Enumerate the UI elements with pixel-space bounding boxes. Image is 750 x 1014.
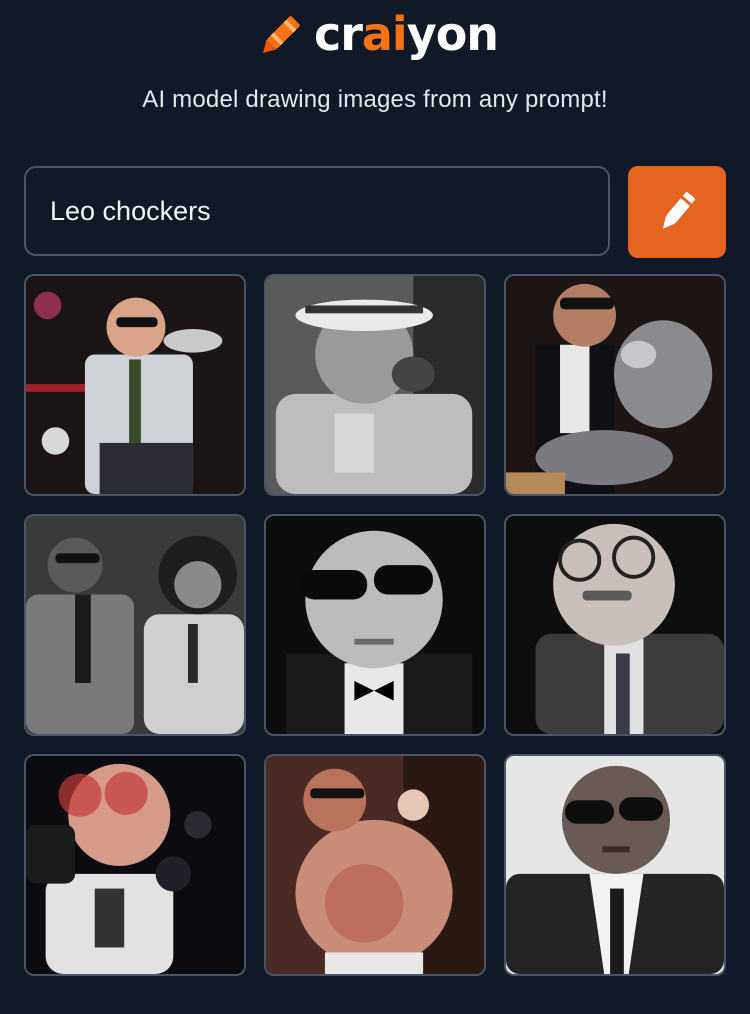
result-image[interactable]	[264, 754, 486, 976]
crayon-logo-icon	[262, 16, 300, 53]
result-image[interactable]	[264, 514, 486, 736]
logo-text-suffix: yon	[406, 7, 499, 61]
result-image-grid	[24, 274, 726, 976]
logo-text-accent: ai	[361, 7, 408, 61]
draw-button[interactable]	[628, 166, 726, 258]
result-image[interactable]	[24, 514, 246, 736]
result-image[interactable]	[504, 274, 726, 496]
tagline: AI model drawing images from any prompt!	[142, 86, 608, 113]
craiyon-page: craiyon AI model drawing images from any…	[0, 0, 750, 1014]
result-image[interactable]	[24, 274, 246, 496]
result-image[interactable]	[504, 514, 726, 736]
result-image[interactable]	[504, 754, 726, 976]
pencil-icon	[662, 192, 695, 229]
logo-text: craiyon	[314, 11, 499, 57]
result-image[interactable]	[24, 754, 246, 976]
prompt-field	[24, 166, 610, 256]
prompt-input[interactable]	[26, 168, 608, 254]
logo[interactable]: craiyon	[0, 6, 750, 66]
logo-text-prefix: cr	[313, 7, 363, 61]
result-image[interactable]	[264, 274, 486, 496]
